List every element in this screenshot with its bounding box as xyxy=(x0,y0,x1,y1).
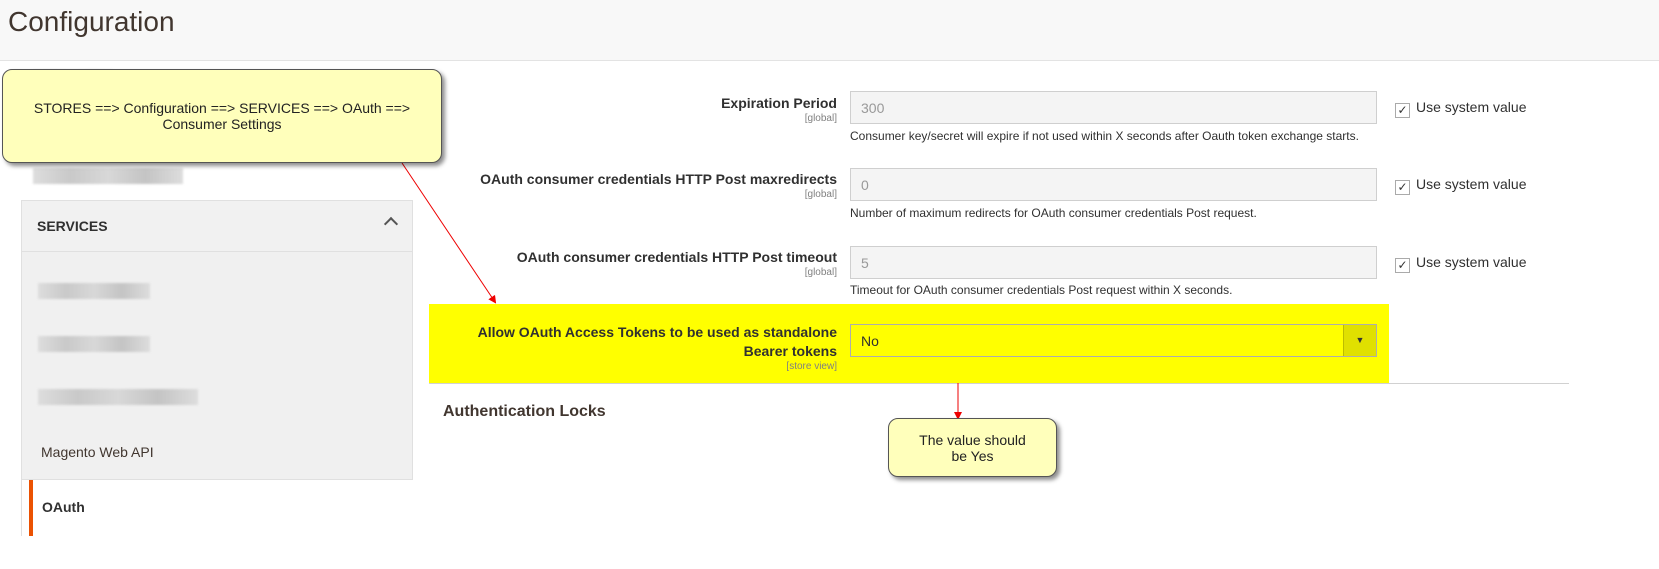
note-callout: The value should be Yes xyxy=(888,418,1057,477)
path-callout: STORES ==> Configuration ==> SERVICES ==… xyxy=(2,69,442,163)
arrow-to-field xyxy=(401,162,497,304)
